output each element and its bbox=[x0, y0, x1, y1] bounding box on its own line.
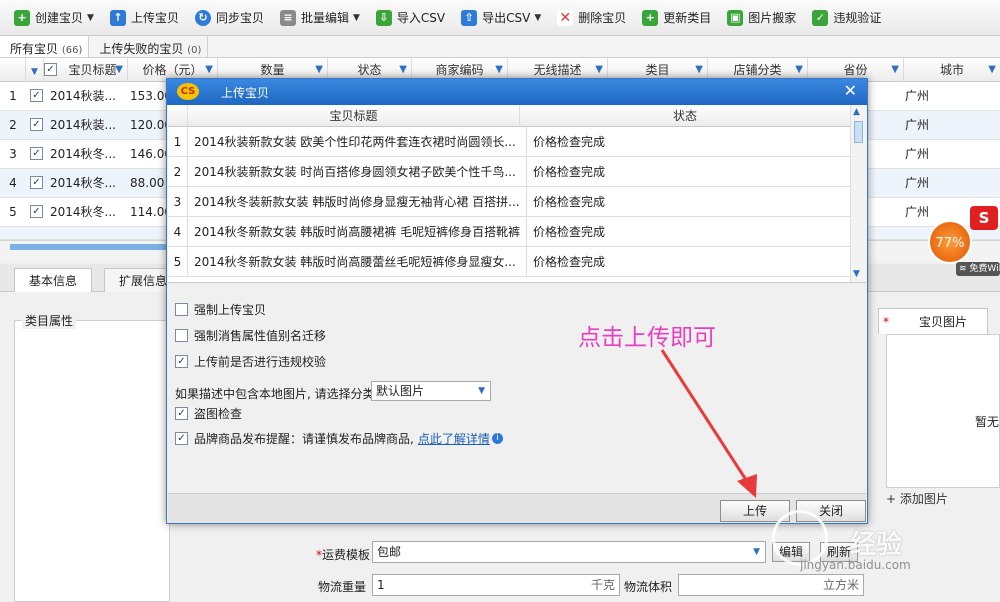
brand-reminder-option[interactable]: ✓ 品牌商品发布提醒：请谨慎发布品牌商品, 点此了解详情 i bbox=[175, 430, 503, 447]
close-icon[interactable]: ✕ bbox=[844, 81, 857, 100]
update-category-icon: + bbox=[642, 9, 659, 26]
category-attributes-panel bbox=[14, 320, 170, 602]
category-attributes-label: 类目属性 bbox=[22, 312, 77, 329]
shipping-template-label: *运费模板 bbox=[316, 548, 371, 562]
force-upload-option[interactable]: 强制上传宝贝 bbox=[175, 301, 266, 318]
floating-widget[interactable]: S 77% ≋ 免费WiFi bbox=[928, 204, 1000, 278]
shipping-template-select[interactable]: 包邮 ▼ bbox=[372, 541, 766, 563]
image-move-icon: ▣ bbox=[727, 9, 744, 26]
add-image-link[interactable]: + 添加图片 bbox=[886, 490, 948, 507]
plus-icon: + bbox=[14, 9, 30, 26]
row-checkbox[interactable]: ✓ bbox=[30, 89, 43, 102]
header-item-title: 宝贝标题 bbox=[188, 105, 520, 127]
header-select-all[interactable]: ✓ bbox=[44, 58, 58, 82]
upload-item-button[interactable]: ↑ 上传宝贝 bbox=[104, 5, 185, 31]
filter-icon[interactable]: ▼ bbox=[988, 58, 996, 82]
app-logo-icon: CS bbox=[177, 83, 199, 100]
volume-label: 物流体积 bbox=[624, 580, 673, 594]
chevron-down-icon[interactable]: ▼ bbox=[353, 13, 360, 23]
item-tabs: 所有宝贝 (66) 上传失败的宝贝 (0) bbox=[0, 36, 1000, 58]
sync-item-button[interactable]: ↻ 同步宝贝 bbox=[189, 5, 270, 31]
chevron-down-icon: ▼ bbox=[478, 386, 485, 396]
row-checkbox[interactable]: ✓ bbox=[30, 118, 43, 131]
header-sort-arrow[interactable]: ▼ bbox=[26, 58, 44, 82]
upload-item-table: 宝贝标题 状态 1 2014秋装新款女装 欧美个性印花两件套连衣裙时尚圆领长...… bbox=[168, 105, 866, 283]
tab-basic-info[interactable]: 基本信息 bbox=[14, 268, 93, 292]
theft-check-option[interactable]: ✓ 盗图检查 bbox=[175, 405, 242, 422]
sort-down-icon: ▼ bbox=[31, 67, 38, 77]
speed-badge[interactable]: 77% bbox=[928, 220, 972, 264]
wifi-bar[interactable]: ≋ 免费WiFi bbox=[956, 262, 1000, 276]
header-city[interactable]: 城市 ▼ bbox=[904, 58, 1000, 82]
brand-details-link[interactable]: 点此了解详情 bbox=[418, 430, 490, 447]
theft-check-checkbox[interactable]: ✓ bbox=[175, 407, 188, 420]
upload-dialog: CS 上传宝贝 ✕ 宝贝标题 状态 1 2014秋装新款女装 欧美个性印花两件套连… bbox=[166, 78, 868, 524]
row-checkbox[interactable]: ✓ bbox=[30, 205, 43, 218]
verify-button[interactable]: ✓ 违规验证 bbox=[806, 5, 887, 31]
upload-icon: ↑ bbox=[109, 9, 126, 26]
header-title[interactable]: 宝贝标题 ▼ bbox=[58, 58, 128, 82]
row-checkbox[interactable]: ✓ bbox=[30, 147, 43, 160]
export-csv-button[interactable]: ⇧ 导出CSV ▼ bbox=[455, 5, 547, 31]
force-upload-checkbox[interactable] bbox=[175, 303, 188, 316]
wifi-icon: ≋ bbox=[959, 264, 967, 274]
info-icon: i bbox=[491, 433, 503, 444]
image-move-button[interactable]: ▣ 图片搬家 bbox=[721, 5, 802, 31]
weight-label: 物流重量 bbox=[318, 580, 367, 594]
header-row-number bbox=[0, 58, 26, 82]
filter-icon[interactable]: ▼ bbox=[891, 58, 899, 82]
chevron-down-icon[interactable]: ▼ bbox=[87, 13, 94, 23]
row-checkbox[interactable]: ✓ bbox=[30, 176, 43, 189]
weight-input[interactable]: 1 千克 bbox=[372, 574, 620, 596]
table-row[interactable]: 2 2014秋装新款女装 时尚百搭修身圆领女裙子欧美个性千鸟... 价格检查完成 bbox=[168, 157, 850, 187]
header-row-number bbox=[168, 105, 188, 127]
batch-edit-button[interactable]: ≡ 批量编辑 ▼ bbox=[274, 5, 366, 31]
table-row[interactable]: 4 2014秋冬新款女装 韩版时尚高腰裙裤 毛呢短裤修身百搭靴裤 价格检查完成 bbox=[168, 217, 850, 247]
batch-edit-icon: ≡ bbox=[279, 9, 296, 26]
select-all-checkbox[interactable]: ✓ bbox=[44, 63, 57, 76]
delete-item-button[interactable]: ✕ 删除宝贝 bbox=[551, 5, 632, 31]
header-status: 状态 bbox=[672, 109, 697, 123]
export-csv-icon: ⇧ bbox=[461, 9, 478, 26]
sync-icon: ↻ bbox=[194, 9, 211, 26]
table-row[interactable]: 3 2014秋冬装新款女装 韩版时尚修身显瘦无袖背心裙 百搭拼... 价格检查完成 bbox=[168, 187, 850, 217]
input-method-logo-icon: S bbox=[970, 206, 998, 230]
filter-icon[interactable]: ▼ bbox=[115, 58, 123, 82]
force-alias-migration-option[interactable]: 强制消售属性值别名迁移 bbox=[175, 327, 326, 344]
scroll-down-icon[interactable]: ▼ bbox=[853, 269, 860, 279]
force-alias-migration-checkbox[interactable] bbox=[175, 329, 188, 342]
update-category-button[interactable]: + 更新类目 bbox=[636, 5, 717, 31]
image-category-label: 如果描述中包含本地图片, 请选择分类 bbox=[175, 387, 375, 401]
upload-table-scrollbar[interactable]: ▲ ▼ bbox=[850, 105, 866, 282]
chevron-down-icon: ▼ bbox=[753, 547, 760, 557]
tab-failed-items[interactable]: 上传失败的宝贝 (0) bbox=[89, 36, 209, 57]
scroll-up-icon[interactable]: ▲ bbox=[853, 107, 860, 117]
watermark: 经验 jingyan.baidu.com bbox=[760, 510, 1000, 580]
table-row[interactable]: 5 2014秋冬新款女装 韩版时尚高腰蕾丝毛呢短裤修身显瘦女... 价格检查完成 bbox=[168, 247, 850, 277]
delete-icon: ✕ bbox=[557, 9, 574, 26]
pre-upload-verify-checkbox[interactable]: ✓ bbox=[175, 355, 188, 368]
pre-upload-verify-option[interactable]: ✓ 上传前是否进行违规校验 bbox=[175, 353, 326, 370]
verify-icon: ✓ bbox=[812, 9, 829, 26]
image-preview: 暂无图 bbox=[886, 334, 1000, 488]
main-toolbar: + 创建宝贝 ▼ ↑ 上传宝贝 ↻ 同步宝贝 ≡ 批量编辑 ▼ ⇩ 导入CSV ⇧ 导出CSV ▼… bbox=[0, 0, 1000, 36]
tab-item-images[interactable]: * 宝贝图片 bbox=[878, 308, 988, 334]
import-csv-button[interactable]: ⇩ 导入CSV bbox=[370, 5, 451, 31]
chevron-down-icon[interactable]: ▼ bbox=[534, 13, 541, 23]
upload-table-header: 宝贝标题 状态 bbox=[168, 105, 850, 127]
image-category-select[interactable]: 默认图片 ▼ bbox=[371, 381, 491, 401]
scrollbar-thumb[interactable] bbox=[854, 121, 863, 143]
brand-reminder-checkbox[interactable]: ✓ bbox=[175, 432, 188, 445]
dialog-title-bar[interactable]: CS 上传宝贝 ✕ bbox=[167, 79, 867, 105]
annotation-text: 点击上传即可 bbox=[578, 325, 716, 351]
import-csv-icon: ⇩ bbox=[375, 9, 392, 26]
dialog-title: 上传宝贝 bbox=[221, 86, 270, 100]
create-item-button[interactable]: + 创建宝贝 ▼ bbox=[8, 5, 100, 31]
tab-all-items[interactable]: 所有宝贝 (66) bbox=[0, 36, 90, 57]
table-row[interactable]: 1 2014秋装新款女装 欧美个性印花两件套连衣裙时尚圆领长... 价格检查完成 bbox=[168, 127, 850, 157]
